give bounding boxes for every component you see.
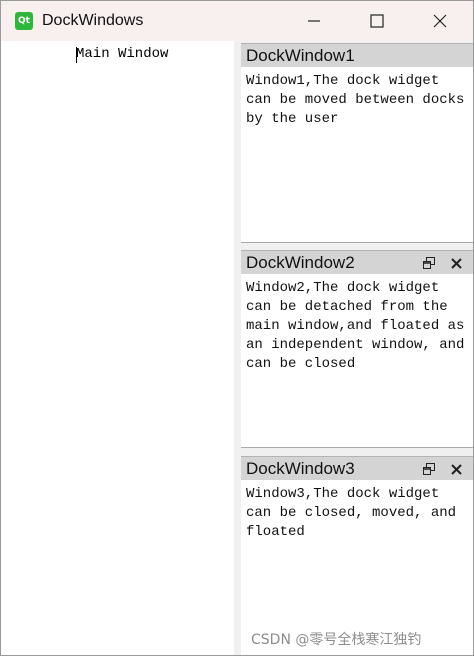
dock-text: Window2,The dock widget can be detached … bbox=[246, 280, 473, 372]
dock-text: Window1,The dock widget can be moved bet… bbox=[246, 73, 473, 127]
dock-content: Window2,The dock widget can be detached … bbox=[241, 274, 473, 448]
dock-content: Window1,The dock widget can be moved bet… bbox=[241, 67, 473, 243]
dock-title-bar[interactable]: DockWindow2 bbox=[241, 250, 473, 274]
close-icon bbox=[450, 463, 462, 475]
central-widget[interactable]: Main Window bbox=[1, 41, 234, 655]
float-icon bbox=[423, 463, 435, 475]
close-icon bbox=[450, 257, 462, 269]
central-text[interactable]: Main Window bbox=[76, 45, 168, 63]
maximize-icon bbox=[370, 14, 384, 28]
client-area: Main Window DockWindow1 Window1,The dock… bbox=[1, 41, 473, 655]
dock-close-button[interactable] bbox=[447, 254, 465, 272]
qt-app-icon: Qt bbox=[15, 12, 33, 30]
title-bar[interactable]: Qt DockWindows bbox=[1, 1, 473, 41]
text-caret bbox=[76, 47, 77, 63]
dock-text: Window3,The dock widget can be closed, m… bbox=[246, 486, 465, 540]
dock-title: DockWindow2 bbox=[246, 253, 355, 272]
window-title: DockWindows bbox=[42, 12, 144, 29]
float-icon bbox=[423, 257, 435, 269]
minimize-button[interactable] bbox=[291, 1, 337, 41]
float-button[interactable] bbox=[420, 460, 438, 478]
dock-title: DockWindow1 bbox=[246, 46, 355, 65]
dock-title-bar[interactable]: DockWindow3 bbox=[241, 456, 473, 480]
close-button[interactable] bbox=[417, 1, 463, 41]
minimize-icon bbox=[308, 20, 320, 22]
dock-title-bar[interactable]: DockWindow1 bbox=[241, 43, 473, 67]
float-button[interactable] bbox=[420, 254, 438, 272]
watermark: CSDN @零号全栈寒江独钓 bbox=[251, 632, 422, 648]
dock-close-button[interactable] bbox=[447, 460, 465, 478]
main-window: Qt DockWindows Main Window DockWindow1 W… bbox=[0, 0, 474, 656]
maximize-button[interactable] bbox=[354, 1, 400, 41]
close-icon bbox=[433, 14, 447, 28]
dock-title: DockWindow3 bbox=[246, 459, 355, 478]
dock-splitter[interactable] bbox=[234, 41, 241, 655]
